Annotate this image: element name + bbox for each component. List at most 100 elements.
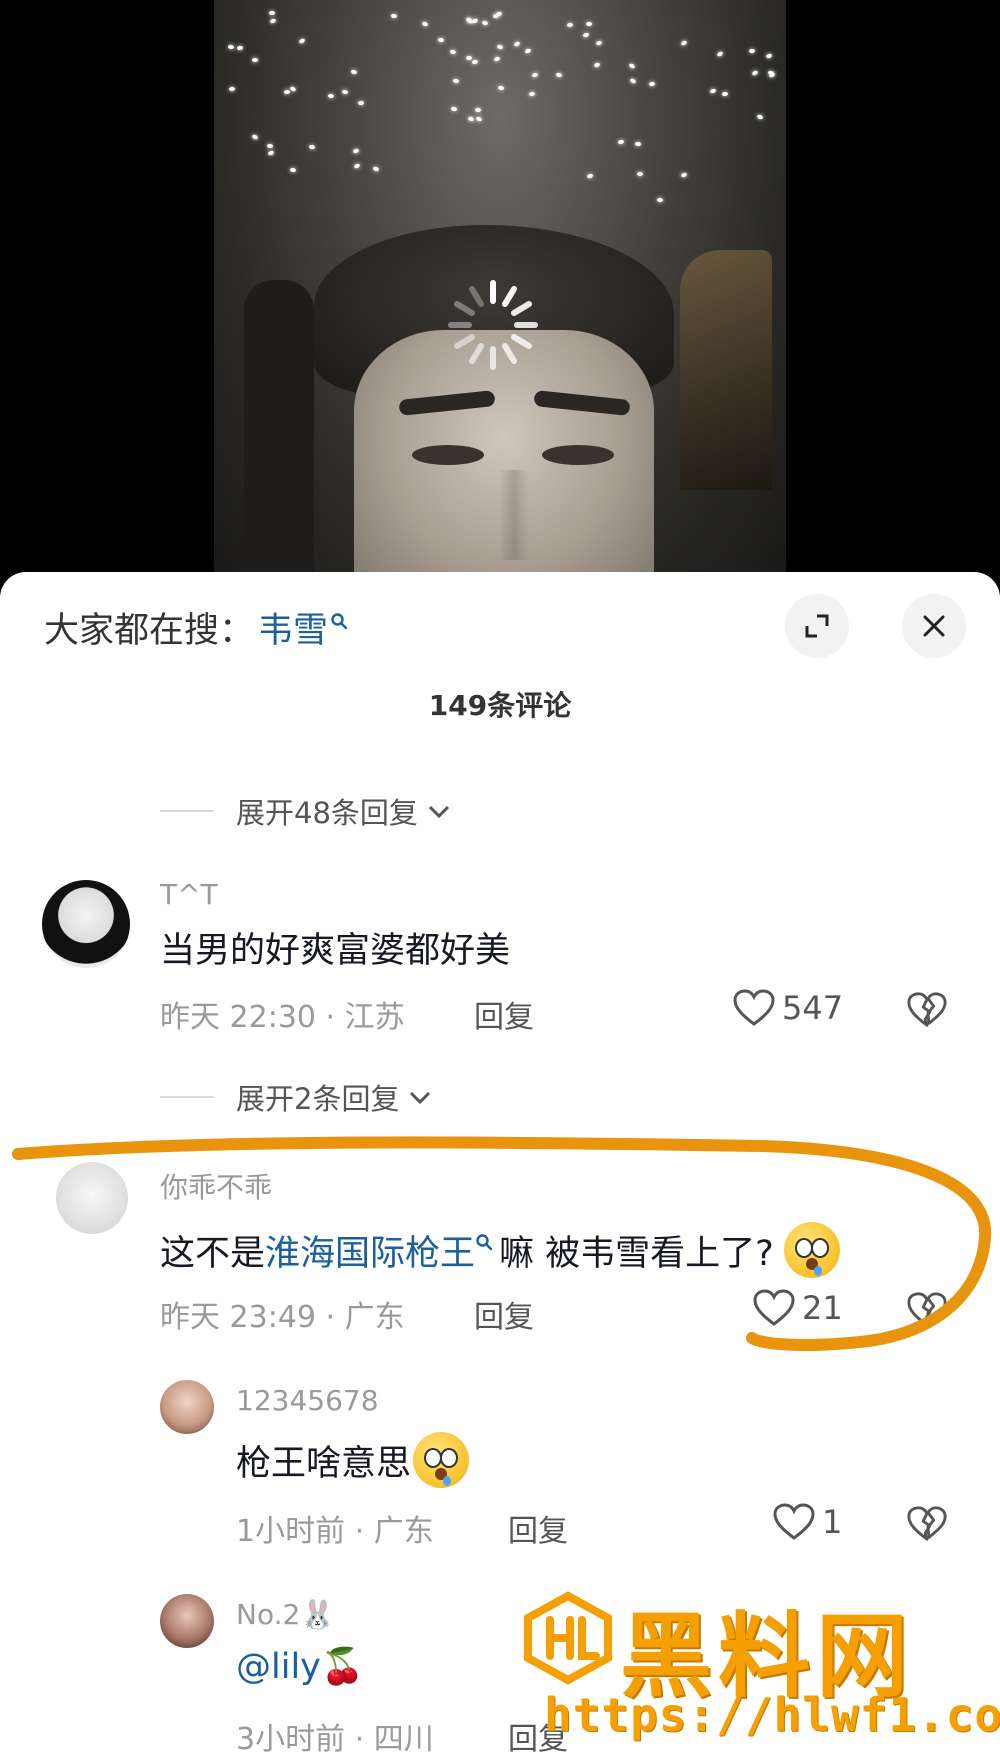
meta-separator: ·	[354, 1722, 374, 1757]
reply-button[interactable]: 回复	[474, 992, 534, 1036]
reply-time: 3小时前	[236, 1722, 346, 1757]
star-light	[709, 88, 717, 94]
reply-username[interactable]: 12345678	[236, 1384, 379, 1417]
star-light	[474, 107, 482, 112]
star-light	[634, 142, 642, 147]
star-light	[465, 55, 472, 60]
star-light	[391, 13, 398, 19]
expand-icon	[805, 614, 829, 638]
star-light	[493, 56, 501, 63]
star-light	[308, 144, 316, 150]
person-nose	[499, 470, 529, 560]
reply-username[interactable]: No.2🐰	[236, 1598, 335, 1631]
heart-icon	[733, 989, 775, 1026]
expand-replies-button[interactable]: 展开2条回复	[160, 1076, 433, 1118]
reply-button[interactable]: 回复	[508, 1506, 568, 1550]
star-light	[342, 89, 349, 95]
star-light	[267, 150, 275, 157]
star-light	[768, 72, 776, 79]
like-button[interactable]: 547	[732, 988, 843, 1028]
close-icon	[923, 615, 945, 637]
star-light	[496, 43, 504, 50]
star-light	[449, 48, 457, 55]
car-window	[680, 250, 772, 490]
star-light	[492, 13, 499, 19]
reply-location: 四川	[373, 1722, 434, 1757]
star-light	[452, 78, 459, 84]
star-light	[513, 40, 521, 48]
star-light	[269, 17, 277, 24]
star-light	[350, 69, 358, 75]
watermark-url: https://hlwf1.com	[544, 1688, 1000, 1742]
like-count: 1	[822, 1503, 843, 1541]
reply-meta: 1小时前 · 广东	[236, 1506, 434, 1550]
comment-meta: 昨天 22:30 · 江苏	[160, 992, 405, 1036]
reply-time: 1小时前	[236, 1514, 346, 1549]
video-frame[interactable]	[214, 0, 786, 590]
comment-username[interactable]: T^T	[160, 878, 218, 911]
star-light	[289, 167, 297, 173]
broken-heart-icon[interactable]	[906, 1504, 948, 1544]
video-player[interactable]	[0, 0, 1000, 590]
star-light	[252, 58, 259, 63]
like-button[interactable]: 1	[772, 1502, 842, 1542]
divider-line	[160, 810, 214, 812]
highlight-stroke	[12, 1136, 992, 1351]
reply-text-body: 枪王啥意思	[236, 1443, 412, 1484]
trending-search-term[interactable]: 韦雪	[258, 602, 328, 653]
star-light	[228, 86, 235, 92]
star-light	[352, 148, 360, 155]
star-light	[636, 172, 643, 177]
trending-search[interactable]: 大家都在搜： 韦雪	[44, 602, 348, 653]
star-light	[586, 172, 594, 179]
star-light	[531, 71, 539, 78]
star-light	[471, 59, 479, 65]
avatar[interactable]	[160, 1380, 214, 1434]
trending-search-prefix: 大家都在搜：	[44, 611, 255, 651]
watermark-logo-icon	[524, 1591, 612, 1685]
star-light	[582, 32, 590, 39]
broken-heart-icon[interactable]	[906, 990, 948, 1030]
mention-link[interactable]: @lily🍒	[236, 1646, 364, 1687]
star-light	[722, 91, 729, 97]
avatar[interactable]	[42, 880, 130, 968]
meta-separator: ·	[325, 1000, 345, 1035]
avatar[interactable]	[160, 1594, 214, 1648]
reply-text: 枪王啥意思	[236, 1432, 470, 1488]
heart-icon	[773, 1503, 815, 1540]
star-light	[353, 163, 361, 169]
star-light	[450, 106, 458, 112]
star-light	[585, 22, 592, 27]
star-light	[524, 47, 532, 54]
expand-replies-button[interactable]: 展开48条回复	[160, 790, 452, 832]
star-light	[628, 62, 637, 69]
star-light	[629, 77, 637, 84]
star-light	[268, 11, 276, 16]
star-light	[236, 45, 244, 51]
meta-separator: ·	[354, 1514, 374, 1549]
star-light	[765, 53, 773, 59]
car-seat	[244, 280, 314, 590]
expand-replies-label: 展开48条回复	[236, 796, 418, 830]
star-light	[756, 114, 764, 121]
expand-button[interactable]	[785, 594, 849, 658]
close-button[interactable]	[902, 594, 966, 658]
star-light	[566, 22, 574, 28]
star-light	[250, 133, 259, 140]
comment-count: 149条评论	[428, 689, 572, 722]
star-light	[751, 69, 759, 77]
reply-text: @lily🍒	[236, 1646, 364, 1687]
star-light	[298, 37, 306, 44]
star-light	[358, 101, 365, 106]
like-count: 547	[782, 989, 844, 1027]
star-light	[648, 81, 656, 86]
star-light	[289, 86, 297, 93]
star-light	[555, 71, 563, 78]
star-light	[593, 61, 601, 68]
expand-replies-label: 展开2条回复	[236, 1082, 400, 1116]
divider-line	[160, 1096, 214, 1098]
search-icon	[331, 612, 348, 629]
chevron-down-icon	[410, 1091, 431, 1105]
star-light	[498, 85, 505, 91]
star-light	[372, 166, 380, 173]
